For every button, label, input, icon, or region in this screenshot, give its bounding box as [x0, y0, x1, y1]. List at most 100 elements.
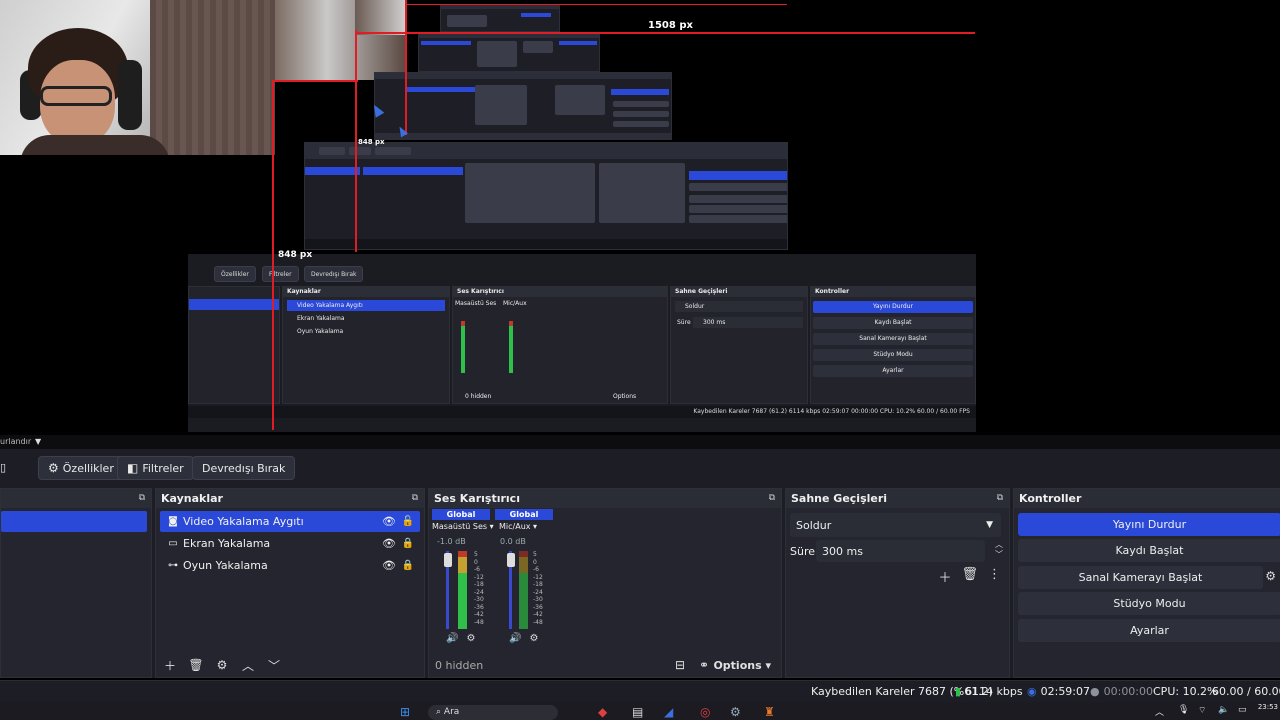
float-dock-icon[interactable]: ⧉	[139, 489, 145, 508]
source-item[interactable]: ▭ Ekran Yakalama 👁 🔒	[160, 533, 420, 554]
webcam-feed	[0, 0, 275, 155]
filters-button[interactable]: ◧ Filtreler	[117, 456, 194, 480]
properties-button[interactable]: ⚙ Özellikler	[38, 456, 124, 480]
mixer-layout-icon[interactable]: ⊟	[675, 658, 685, 672]
settings-cog-icon[interactable]: ⚙	[466, 633, 475, 644]
eye-icon[interactable]: 👁	[382, 537, 396, 550]
settings-cog-icon[interactable]: ⚙	[529, 633, 538, 644]
gamepad-icon: ⊶	[168, 560, 178, 571]
trash-icon[interactable]: 🗑	[961, 567, 978, 586]
scene-name: urlandır	[0, 437, 32, 446]
battery-icon[interactable]: ▭	[1238, 705, 1247, 715]
network-icon[interactable]: ⌔	[1198, 705, 1206, 716]
taskbar-search[interactable]: ⌕ Ara	[428, 705, 558, 720]
stop-stream-button[interactable]: Yayını Durdur	[1018, 513, 1280, 536]
add-icon[interactable]: ＋	[938, 567, 951, 586]
nested-window-level3	[418, 32, 600, 72]
tray-chevron-icon[interactable]: ︿	[1155, 705, 1164, 718]
settings-button[interactable]: Ayarlar	[1018, 619, 1280, 642]
eye-icon[interactable]: 👁	[382, 515, 396, 528]
volume-slider-handle[interactable]	[444, 553, 452, 567]
more-icon[interactable]: ⋮	[988, 567, 1001, 586]
volume-slider-handle[interactable]	[507, 553, 515, 567]
nested-obs-window: Özellikler Filtreler Devredışı Bırak Kay…	[188, 254, 976, 432]
lock-icon[interactable]: 🔒	[402, 538, 414, 549]
trash-icon[interactable]: 🗑	[188, 658, 204, 672]
eye-icon[interactable]: 👁	[382, 559, 396, 572]
add-icon[interactable]: ＋	[162, 657, 178, 674]
hidden-count: 0 hidden	[435, 658, 484, 672]
chevron-up-icon[interactable]: ︿	[240, 657, 256, 674]
taskbar-clock: 23:53	[1257, 703, 1278, 711]
speaker-icon[interactable]: 🔊	[509, 633, 521, 644]
volume-icon[interactable]: 🔈	[1218, 705, 1229, 715]
channel-controls: 🔊 ⚙	[509, 633, 538, 644]
os-taskbar: ⊞ ⌕ Ara ◆ ▤ ◢ ◎ ⚙ ♜ ︿ 🎙 ⌔ 🔈 ▭ 23:53	[0, 702, 1280, 720]
app-icon[interactable]: ◆	[598, 705, 607, 719]
channel-name[interactable]: Masaüstü Ses ▾	[432, 522, 494, 534]
duration-value: 300 ms	[822, 544, 863, 558]
gear-icon[interactable]: ⚙	[1265, 569, 1276, 583]
channel-db: -1.0 dB	[437, 537, 466, 546]
transition-select[interactable]: Soldur ▼	[790, 513, 1001, 537]
channel-name[interactable]: Mic/Aux ▾	[495, 522, 553, 534]
measure-line-vertical	[355, 30, 357, 252]
studio-mode-button[interactable]: Stüdyo Modu	[1018, 592, 1280, 615]
nested-mixer-options: Options	[613, 393, 637, 400]
app-icon[interactable]: ▤	[632, 705, 643, 719]
cpu-usage: CPU: 10.2%	[1153, 685, 1218, 698]
transitions-dock-title: Sahne Geçişleri ⧉	[786, 489, 1009, 508]
gear-icon[interactable]: ⚙	[214, 658, 230, 672]
chevron-down-icon[interactable]: ﹀	[266, 657, 282, 674]
float-dock-icon[interactable]: ⧉	[412, 489, 418, 508]
channel-db: 0.0 dB	[500, 537, 526, 546]
duration-stepper[interactable]: ︿ ﹀	[995, 540, 1003, 560]
screen: { "preview": { "px_label_top": "1508 px"…	[0, 0, 1280, 720]
sources-dock-title: Kaynaklar ⧉	[156, 489, 424, 508]
start-virtual-camera-button[interactable]: Sanal Kamerayı Başlat	[1018, 566, 1263, 589]
nested-statusbar: Kaybedilen Kareler 7687 (61.2) 6114 kbps…	[188, 406, 976, 418]
program-preview[interactable]: Özellikler Filtreler Devredışı Bırak Kay…	[0, 0, 1280, 435]
scene-item[interactable]	[1, 511, 147, 532]
scenes-dock-title: ⧉	[1, 489, 151, 508]
properties-label: Özellikler	[62, 461, 114, 475]
global-tag: Global	[495, 509, 553, 520]
source-item[interactable]: ◙ Video Yakalama Aygıtı 👁 🔓	[160, 511, 420, 532]
app-icon[interactable]: ♜	[764, 705, 775, 719]
deactivate-button[interactable]: Devredışı Bırak	[192, 456, 296, 480]
options-button[interactable]: Options ▾	[713, 659, 771, 672]
app-icon[interactable]: ⚙	[730, 705, 741, 719]
audio-mixer-dock: Ses Karıştırıcı ⧉ Global Masaüstü Ses ▾ …	[428, 488, 782, 678]
float-dock-icon[interactable]: ⧉	[769, 489, 775, 508]
app-icon[interactable]: ◢	[664, 705, 673, 719]
nested-mixer-channel: Mic/Aux	[503, 300, 527, 307]
duration-input[interactable]: 300 ms	[816, 540, 985, 562]
obs-icon[interactable]: ◎	[700, 705, 710, 719]
volume-meter	[458, 551, 467, 629]
float-dock-icon[interactable]: ⧉	[997, 489, 1003, 508]
start-record-button[interactable]: Kaydı Başlat	[1018, 539, 1280, 562]
link-icon[interactable]: ⚭	[699, 658, 709, 672]
nested-scenes-dock	[188, 286, 280, 404]
nested-webcam-feed-small	[355, 0, 405, 35]
stream-time: ◉ 02:59:07	[1027, 685, 1091, 698]
sources-title: Kaynaklar	[161, 492, 223, 505]
measure-line-horizontal	[407, 4, 787, 5]
source-label: Video Yakalama Aygıtı	[183, 515, 304, 528]
nested-window-level1b	[304, 142, 788, 250]
nested-settings: Ayarlar	[813, 365, 973, 377]
chevron-down-icon[interactable]: ▼	[35, 437, 41, 446]
transitions-dock: Sahne Geçişleri ⧉ Soldur ▼ Süre 300 ms ︿…	[785, 488, 1010, 678]
nested-sources-dock: Kaynaklar Video Yakalama Aygıtı Ekran Ya…	[282, 286, 450, 404]
signal-icon: ▮	[955, 685, 962, 698]
mic-icon[interactable]: 🎙	[1178, 705, 1189, 715]
nested-controls-dock: Kontroller Yayını Durdur Kaydı Başlat Sa…	[810, 286, 976, 404]
lock-icon[interactable]: 🔓	[402, 516, 414, 527]
windows-start-icon[interactable]: ⊞	[400, 705, 410, 719]
lock-icon[interactable]: 🔒	[402, 560, 414, 571]
source-item[interactable]: ⊶ Oyun Yakalama 👁 🔒	[160, 555, 420, 576]
status-bar: Kaybedilen Kareler 7687 (%61.2) ▮ 6114 k…	[0, 680, 1280, 702]
channel-controls: 🔊 ⚙	[446, 633, 475, 644]
speaker-icon[interactable]: 🔊	[446, 633, 458, 644]
nested-properties-button: Özellikler	[214, 266, 256, 282]
